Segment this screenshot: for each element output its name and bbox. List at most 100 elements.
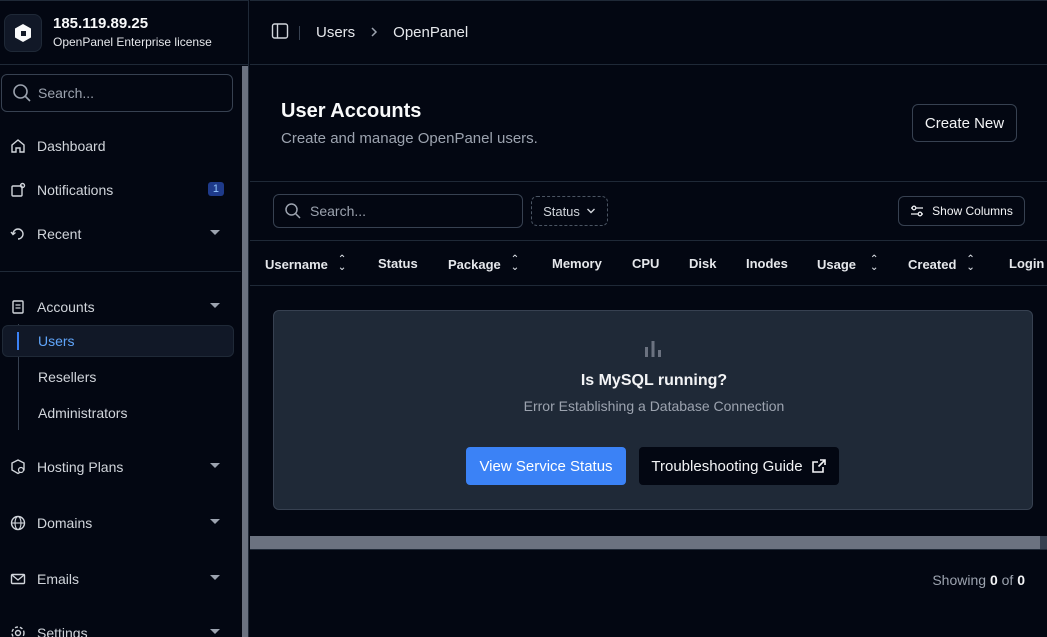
sidebar-item-domains[interactable]: Domains — [0, 507, 234, 539]
sidebar-subitem-users-highlight[interactable] — [2, 325, 234, 357]
sidebar-item-recent[interactable]: Recent — [0, 218, 234, 250]
troubleshooting-guide-button[interactable]: Troubleshooting Guide — [639, 447, 839, 485]
column-label: CPU — [632, 256, 660, 271]
sort-icon[interactable]: ⌃ ⌄ — [338, 255, 346, 273]
column-header-username[interactable]: Username ⌃ ⌄ — [265, 255, 346, 273]
column-header-inodes: Inodes — [746, 256, 788, 271]
table-search-input[interactable]: Search... — [273, 194, 523, 228]
search-icon — [285, 203, 301, 219]
active-indicator — [17, 332, 19, 350]
view-service-status-button[interactable]: View Service Status — [466, 447, 626, 485]
chevron-down-icon — [210, 629, 220, 634]
column-label: Status — [378, 256, 418, 271]
sidebar-subitem-users[interactable]: Users — [38, 333, 75, 349]
sidebar-item-label: Settings — [37, 625, 88, 637]
sidebar-item-settings[interactable]: Settings — [0, 617, 234, 637]
bar-chart-icon — [643, 339, 663, 362]
sidebar-item-label: Notifications — [37, 182, 114, 198]
topbar-separator — [299, 25, 300, 40]
sidebar-item-accounts[interactable]: Accounts — [0, 291, 234, 323]
sidebar-subitem-administrators[interactable]: Administrators — [38, 405, 127, 421]
chevron-down-icon — [586, 208, 595, 214]
show-columns-label: Show Columns — [932, 204, 1013, 218]
sort-icon[interactable]: ⌃ ⌄ — [511, 255, 519, 273]
page-title: User Accounts — [281, 100, 422, 122]
globe-icon — [9, 514, 27, 532]
column-header-login: Login — [1009, 256, 1044, 271]
empty-state-message: Error Establishing a Database Connection — [523, 398, 785, 414]
book-icon — [9, 298, 27, 316]
sidebar-item-notifications[interactable]: Notifications 1 — [0, 174, 234, 206]
breadcrumb-openpanel: OpenPanel — [393, 24, 469, 41]
chevron-down-icon — [210, 230, 220, 235]
external-link-icon — [811, 459, 826, 473]
sidebar-item-label: Accounts — [37, 299, 95, 315]
mail-icon — [9, 570, 27, 588]
notifications-badge: 1 — [207, 182, 224, 196]
gear-icon — [9, 624, 27, 637]
sort-icon[interactable]: ⌃ ⌄ — [966, 255, 974, 273]
empty-state-card: Is MySQL running? Error Establishing a D… — [273, 310, 1033, 510]
show-columns-button[interactable]: Show Columns — [898, 196, 1025, 226]
of-label: of — [1001, 572, 1014, 588]
column-label: Package — [448, 256, 501, 272]
column-label: Memory — [552, 256, 602, 271]
chevron-down-icon — [210, 463, 220, 468]
sliders-icon — [911, 205, 924, 217]
sidebar-toggle-icon[interactable] — [271, 22, 289, 43]
column-label: Disk — [689, 256, 717, 271]
showing-label: Showing — [932, 572, 987, 588]
chevron-down-icon — [210, 575, 220, 580]
sidebar-item-emails[interactable]: Emails — [0, 563, 234, 595]
section-divider — [250, 181, 1047, 182]
sidebar-item-label: Emails — [37, 571, 80, 587]
chevron-right-icon — [369, 25, 379, 41]
chevron-down-icon — [210, 303, 220, 308]
column-header-package[interactable]: Package ⌃ ⌄ — [448, 255, 519, 273]
column-header-created[interactable]: Created ⌃ ⌄ — [908, 255, 975, 273]
column-header-disk: Disk — [689, 256, 716, 271]
bell-icon — [9, 181, 27, 199]
sidebar: 185.119.89.25 OpenPanel Enterprise licen… — [0, 0, 249, 637]
column-header-usage[interactable]: Usage ⌃ ⌄ — [817, 255, 878, 273]
table-search-placeholder: Search... — [310, 203, 367, 219]
empty-state-title: Is MySQL running? — [580, 372, 728, 389]
column-label: Usage — [817, 256, 857, 272]
create-new-button[interactable]: Create New — [912, 104, 1017, 142]
chevron-down-icon — [210, 519, 220, 524]
sidebar-divider — [0, 271, 241, 272]
home-icon — [9, 137, 27, 155]
column-header-status: Status — [378, 256, 418, 271]
sort-icon[interactable]: ⌃ ⌄ — [870, 255, 878, 273]
breadcrumb-users[interactable]: Users — [316, 24, 355, 41]
openpanel-logo-icon[interactable] — [4, 13, 42, 52]
sidebar-item-dashboard[interactable]: Dashboard — [0, 130, 234, 162]
column-label: Inodes — [746, 256, 788, 271]
pagination-summary: Showing 0 of 0 — [932, 572, 1025, 588]
server-ip: 185.119.89.25 — [53, 15, 149, 32]
sidebar-item-label: Dashboard — [37, 138, 106, 154]
sidebar-search-placeholder: Search... — [38, 85, 95, 101]
column-label: Username — [265, 256, 328, 272]
page-subtitle: Create and manage OpenPanel users. — [281, 130, 538, 147]
horizontal-scrollbar-thumb[interactable] — [250, 536, 1040, 550]
column-header-memory: Memory — [552, 256, 602, 271]
main-content: Users OpenPanel User Accounts Create and… — [250, 0, 1047, 637]
sidebar-search-input[interactable]: Search... — [1, 74, 233, 112]
footer-divider — [250, 549, 1047, 550]
sidebar-item-label: Hosting Plans — [37, 459, 124, 475]
sidebar-item-hosting-plans[interactable]: Hosting Plans — [0, 451, 234, 483]
sidebar-subitem-resellers[interactable]: Resellers — [38, 369, 96, 385]
history-icon — [9, 225, 27, 243]
sidebar-header: 185.119.89.25 OpenPanel Enterprise licen… — [0, 0, 248, 65]
topbar: Users OpenPanel — [250, 0, 1047, 65]
showing-total: 0 — [1017, 572, 1025, 588]
column-header-cpu: CPU — [632, 256, 659, 271]
search-icon — [13, 84, 31, 102]
license-label: OpenPanel Enterprise license — [53, 35, 212, 49]
column-label: Login — [1009, 256, 1045, 271]
sidebar-scrollbar[interactable] — [242, 66, 248, 637]
sidebar-item-label: Domains — [37, 515, 93, 531]
status-filter-button[interactable]: Status — [531, 196, 608, 226]
table-header: Username ⌃ ⌄ Status Package ⌃ ⌄ Memory CPU… — [250, 240, 1047, 286]
